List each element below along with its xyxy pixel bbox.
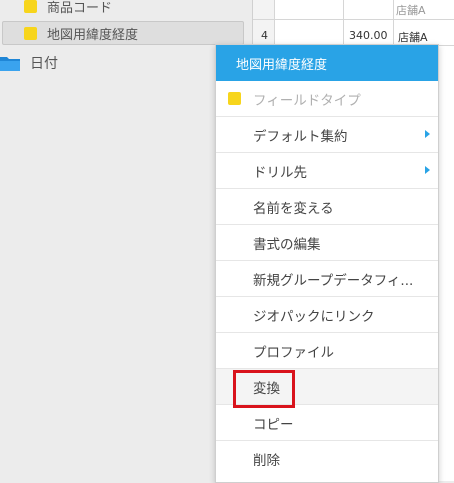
menu-item-label: フィールドタイプ <box>253 92 361 109</box>
field-label: 商品コード <box>47 0 113 16</box>
chevron-right-icon <box>425 166 430 174</box>
menu-item-link-geopack[interactable]: ジオパックにリンク <box>216 297 438 333</box>
menu-item-delete[interactable]: 削除 <box>216 441 438 477</box>
field-context-menu: 地図用緯度経度 フィールドタイプ デフォルト集約 ドリル先 名前を変える 書式の… <box>215 44 439 483</box>
field-item-map-latlong[interactable]: 地図用緯度経度 <box>2 21 244 45</box>
menu-item-label: 新規グループデータフィ... <box>253 272 414 289</box>
chevron-right-icon <box>425 130 430 138</box>
field-label: 地図用緯度経度 <box>47 27 139 43</box>
highlight-annotation-box <box>233 370 295 408</box>
menu-item-label: 書式の編集 <box>253 236 321 253</box>
folder-icon <box>0 57 20 71</box>
menu-item-new-group-field[interactable]: 新規グループデータフィ... <box>216 261 438 297</box>
field-item-product-code[interactable]: 商品コード <box>24 0 112 18</box>
grid-cell-value[interactable]: 340.00 <box>349 29 388 42</box>
menu-item-default-aggregation[interactable]: デフォルト集約 <box>216 117 438 153</box>
menu-item-edit-format[interactable]: 書式の編集 <box>216 225 438 261</box>
menu-item-label: ジオパックにリンク <box>253 308 375 325</box>
dimension-field-icon <box>228 92 241 105</box>
menu-item-drill-to[interactable]: ドリル先 <box>216 153 438 189</box>
dimension-field-icon <box>24 26 37 40</box>
menu-item-label: 削除 <box>253 453 280 469</box>
folder-label: 日付 <box>30 56 58 72</box>
folder-date[interactable]: 日付 <box>0 52 58 74</box>
dimension-field-icon <box>24 0 37 13</box>
row-number: 4 <box>261 29 268 42</box>
menu-item-field-type: フィールドタイプ <box>216 81 438 117</box>
context-menu-title: 地図用緯度経度 <box>216 45 438 81</box>
grid-cell-partial: 店舗A <box>396 4 426 17</box>
menu-item-label: プロファイル <box>253 344 334 361</box>
menu-item-label: コピー <box>253 416 294 433</box>
grid-cell-store[interactable]: 店舗A <box>398 29 428 45</box>
menu-item-profile[interactable]: プロファイル <box>216 333 438 369</box>
menu-item-label: ドリル先 <box>253 164 307 181</box>
menu-item-rename[interactable]: 名前を変える <box>216 189 438 225</box>
menu-item-copy[interactable]: コピー <box>216 405 438 441</box>
menu-item-label: 名前を変える <box>253 200 334 217</box>
menu-item-label: デフォルト集約 <box>253 128 348 145</box>
